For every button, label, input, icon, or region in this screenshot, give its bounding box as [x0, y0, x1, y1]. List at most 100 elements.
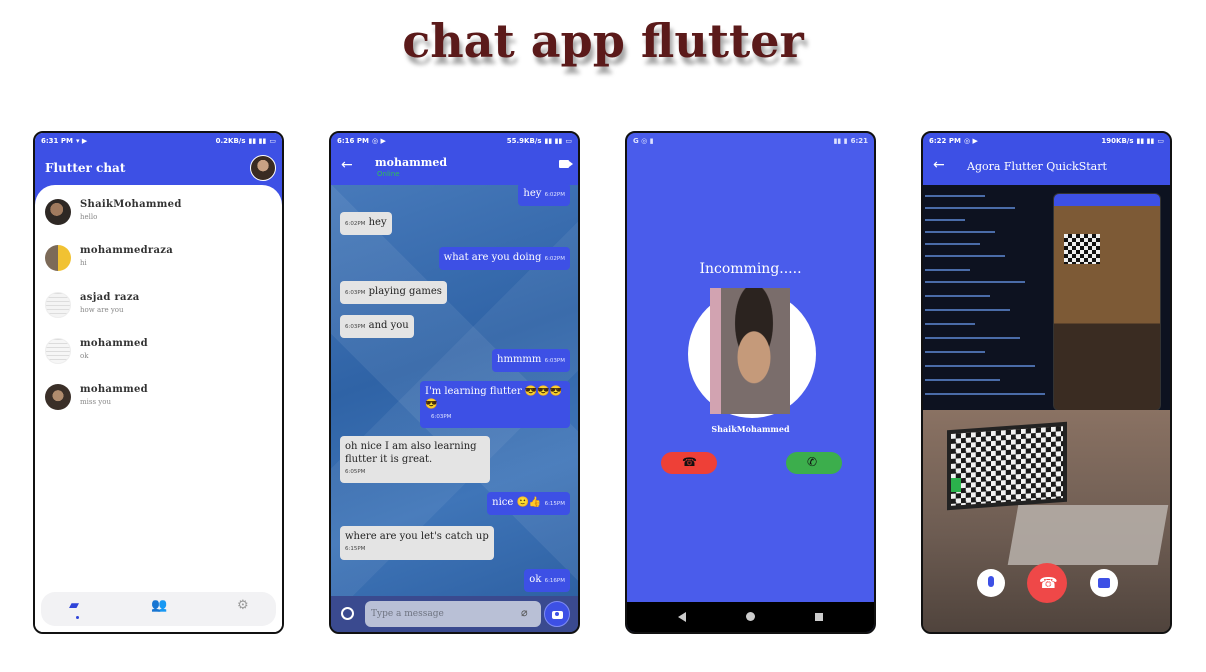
- code-line: [925, 393, 1045, 395]
- nav-home-icon[interactable]: [746, 612, 755, 621]
- network-speed: 0.2KB/s: [215, 137, 246, 145]
- battery-icon: ▭: [565, 137, 572, 145]
- phone-chat-list: 6:31 PM ▾ ▶ 0.2KB/s ▮▮ ▮▮ ▭ Flutter chat Sh…: [33, 131, 284, 634]
- emoji-icon[interactable]: [341, 607, 354, 620]
- chat-last-message: hi: [80, 259, 87, 267]
- message-time: 6:03PM: [544, 358, 565, 364]
- avatar: [45, 338, 71, 364]
- notification-icon: G ◎ ▮: [633, 137, 654, 145]
- code-line: [925, 295, 990, 297]
- camera-button[interactable]: [544, 601, 570, 627]
- chat-list: ShaikMohammed hello mohammedraza hi asja…: [35, 185, 282, 632]
- chat-name: asjad raza: [80, 292, 140, 303]
- notification-icon: ◎ ▶: [371, 137, 386, 145]
- app-title: Flutter chat: [45, 161, 126, 175]
- mute-mic-button[interactable]: [977, 569, 1005, 597]
- chat-last-message: miss you: [80, 398, 111, 406]
- phone-icon: ✆: [807, 455, 818, 469]
- notification-icon: ▾ ▶: [75, 137, 88, 145]
- profile-avatar[interactable]: [250, 155, 276, 181]
- message-text: hey: [523, 188, 542, 199]
- status-time: 6:16 PM: [337, 137, 369, 145]
- message-bubble: oh nice I am also learning flutter it is…: [340, 436, 490, 483]
- message-bubble: I'm learning flutter 😎😎😎 😎 6:03PM: [420, 381, 570, 428]
- end-call-button[interactable]: ☎: [1027, 563, 1067, 603]
- chat-icon[interactable]: ▰: [69, 598, 79, 613]
- bottom-navigation: ▰ 👥 ⚙: [41, 592, 276, 626]
- page-title: chat app flutter: [402, 14, 804, 68]
- notification-icon: ◎ ▶: [963, 137, 978, 145]
- status-bar: 6:31 PM ▾ ▶ 0.2KB/s ▮▮ ▮▮ ▭: [35, 133, 282, 149]
- message-input-bar: ⌀: [331, 596, 578, 632]
- chat-last-message: ok: [80, 352, 89, 360]
- message-time: 6:02PM: [345, 221, 366, 227]
- contact-status: Online: [377, 170, 400, 178]
- code-line: [925, 207, 1015, 209]
- chat-name: mohammed: [80, 338, 148, 349]
- code-line: [925, 219, 965, 221]
- message-bubble: 6:03PM and you: [340, 315, 414, 338]
- network-speed: 55.9KB/s: [506, 137, 542, 145]
- code-line: [925, 231, 995, 233]
- chat-name: mohammedraza: [80, 245, 174, 256]
- signal-icon: ▮▮ ▮▮: [248, 137, 267, 145]
- system-navigation-bar: [627, 602, 874, 632]
- status-time: 6:22 PM: [929, 137, 961, 145]
- reject-call-button[interactable]: ☎: [661, 452, 717, 474]
- status-bar: 6:22 PM ◎ ▶ 190KB/s ▮▮ ▮▮ ▭: [923, 133, 1170, 149]
- message-bubble: what are you doing 6:02PM: [438, 247, 570, 270]
- chat-list-item[interactable]: asjad raza how are you: [35, 284, 282, 326]
- battery-icon: ▭: [1157, 137, 1164, 145]
- nav-recents-icon[interactable]: [815, 613, 823, 621]
- signal-icon: ▮▮ ▮▮: [1136, 137, 1155, 145]
- back-arrow-icon[interactable]: ←: [933, 157, 945, 173]
- status-bar: 6:16 PM ◎ ▶ 55.9KB/s ▮▮ ▮▮ ▭: [331, 133, 578, 149]
- message-text: hmmmm: [497, 354, 542, 365]
- code-line: [925, 269, 970, 271]
- phone-conversation: 6:16 PM ◎ ▶ 55.9KB/s ▮▮ ▮▮ ▭ ← mohammed Onl…: [329, 131, 580, 634]
- code-line: [925, 309, 1010, 311]
- tv-image: [947, 421, 1067, 511]
- caller-avatar: [688, 288, 816, 418]
- hangup-icon: ☎: [682, 455, 697, 469]
- code-line: [925, 281, 1025, 283]
- video-call-icon[interactable]: [559, 160, 573, 168]
- signal-icon: ▮▮ ▮: [833, 137, 848, 145]
- message-text: I'm learning flutter 😎😎😎: [425, 386, 563, 397]
- switch-camera-button[interactable]: [1090, 569, 1118, 597]
- phone-incoming-call: G ◎ ▮ ▮▮ ▮ 6:21 Incomming..... ShaikMoham…: [625, 131, 876, 634]
- message-time: 6:03PM: [345, 324, 366, 330]
- chat-list-item[interactable]: mohammed ok: [35, 330, 282, 372]
- accept-call-button[interactable]: ✆: [786, 452, 842, 474]
- status-time: 6:21: [850, 137, 868, 145]
- chat-name: ShaikMohammed: [80, 199, 182, 210]
- message-text: what are you doing: [443, 252, 542, 263]
- message-input[interactable]: [365, 601, 541, 627]
- message-bubble: hmmmm 6:03PM: [492, 349, 570, 372]
- chat-last-message: how are you: [80, 306, 124, 314]
- chat-last-message: hello: [80, 213, 98, 221]
- code-line: [925, 255, 1005, 257]
- attachment-icon[interactable]: ⌀: [521, 606, 528, 619]
- back-arrow-icon[interactable]: ←: [341, 157, 353, 173]
- code-line: [925, 337, 1020, 339]
- caller-photo: [710, 288, 790, 414]
- message-text: and you: [368, 320, 409, 331]
- hangup-icon: ☎: [1039, 574, 1058, 592]
- message-text: nice 🙂👍: [492, 497, 542, 508]
- message-time: 6:05PM: [345, 469, 366, 475]
- users-icon[interactable]: 👥: [151, 598, 167, 613]
- message-text: ok: [529, 574, 542, 585]
- code-line: [925, 195, 985, 197]
- chat-list-item[interactable]: mohammedraza hi: [35, 237, 282, 279]
- message-bubble: hey 6:02PM: [518, 183, 570, 206]
- video-call-appbar: 6:22 PM ◎ ▶ 190KB/s ▮▮ ▮▮ ▭ ← Agora Flutter…: [923, 133, 1170, 185]
- chat-list-item[interactable]: ShaikMohammed hello: [35, 191, 282, 233]
- app-title: Agora Flutter QuickStart: [967, 160, 1107, 173]
- message-text: oh nice I am also learning: [345, 441, 477, 452]
- settings-icon[interactable]: ⚙: [237, 598, 249, 613]
- nav-back-icon[interactable]: [678, 612, 686, 622]
- message-text-line2: 😎: [425, 399, 438, 410]
- chat-list-item[interactable]: mohammed miss you: [35, 376, 282, 418]
- signal-icon: ▮▮ ▮▮: [544, 137, 563, 145]
